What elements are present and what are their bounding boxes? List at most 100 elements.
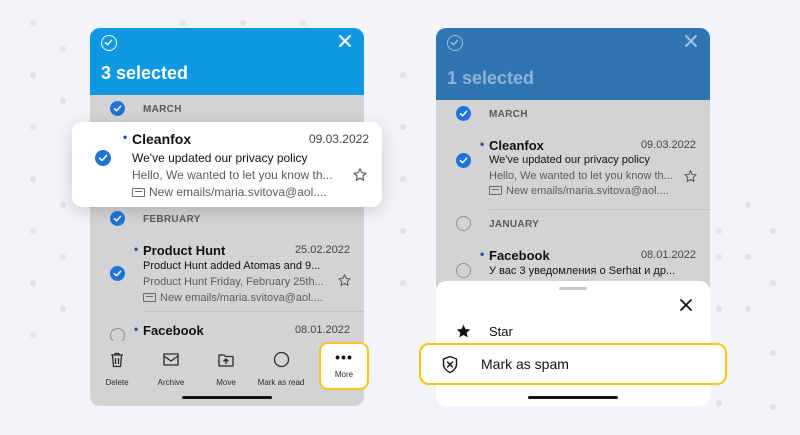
star-action-label: Star (489, 323, 513, 339)
check-icon (113, 215, 122, 222)
section-label: FEBRUARY (143, 213, 201, 225)
mark-as-spam-label: Mark as spam (481, 356, 569, 372)
decor-dot (400, 124, 406, 130)
email-folder: New emails/maria.svitova@aol.... (132, 185, 327, 199)
section-label: JANUARY (489, 218, 540, 230)
email-sender: Product Hunt (134, 242, 225, 258)
decor-dot (180, 20, 186, 26)
trash-icon (111, 352, 123, 368)
email-row[interactable]: Facebook 08.01.2022 (90, 312, 364, 343)
decor-dot (400, 176, 406, 182)
check-icon (98, 154, 108, 162)
decor-dot (30, 280, 36, 286)
close-icon[interactable] (679, 298, 693, 312)
folder-path: New emails/maria.svitova@aol.... (160, 292, 323, 304)
section-checkbox[interactable] (456, 216, 471, 231)
decor-dot (745, 306, 751, 312)
email-sender: Facebook (134, 322, 204, 338)
section-label: MARCH (143, 103, 182, 115)
decor-dot (300, 20, 306, 26)
close-icon[interactable] (683, 33, 699, 49)
email-sender: Cleanfox (480, 137, 544, 153)
decor-dot (30, 332, 36, 338)
decor-dot (400, 228, 406, 234)
folder-icon (132, 188, 145, 197)
email-checkbox[interactable] (110, 266, 125, 281)
decor-dot (716, 228, 722, 234)
check-icon (459, 110, 468, 117)
mark-as-read-button[interactable]: Mark as read (255, 351, 307, 390)
select-all-button[interactable] (101, 35, 117, 51)
star-action[interactable]: Star (455, 321, 513, 341)
email-sender: Facebook (480, 247, 550, 263)
section-march: MARCH (90, 95, 364, 123)
delete-label: Delete (105, 378, 129, 387)
check-icon (104, 39, 113, 46)
circle-icon (273, 351, 289, 368)
email-card-highlighted[interactable]: Cleanfox 09.03.2022 We've updated our pr… (72, 122, 382, 207)
decor-dot (60, 306, 66, 312)
decor-dot (400, 280, 406, 286)
star-icon[interactable] (352, 167, 368, 183)
section-checkbox[interactable] (110, 101, 125, 116)
home-indicator (528, 396, 618, 399)
email-checkbox[interactable] (95, 150, 111, 166)
folder-path: New emails/maria.svitova@aol.... (149, 185, 327, 199)
email-date: 25.02.2022 (294, 244, 350, 256)
check-icon (450, 39, 459, 46)
sheet-grab-handle[interactable] (559, 287, 587, 290)
delete-button[interactable]: Delete (91, 351, 143, 390)
decor-dot (60, 254, 66, 260)
more-button[interactable]: ••• More (319, 342, 369, 390)
email-row[interactable]: Facebook 08.01.2022 У вас 3 уведомления … (436, 240, 710, 285)
email-preview: Product Hunt Friday, February 25th... (143, 276, 324, 288)
decor-dot (30, 124, 36, 130)
section-checkbox[interactable] (110, 211, 125, 226)
section-checkbox[interactable] (456, 106, 471, 121)
email-subject: We've updated our privacy policy (489, 154, 650, 166)
email-folder: New emails/maria.svitova@aol.... (143, 292, 323, 304)
check-icon (113, 270, 122, 277)
email-date: 09.03.2022 (640, 139, 696, 151)
email-checkbox[interactable] (456, 263, 471, 278)
decor-dot (30, 72, 36, 78)
close-icon[interactable] (337, 33, 353, 49)
folder-path: New emails/maria.svitova@aol.... (506, 185, 669, 197)
section-february: FEBRUARY (90, 205, 364, 233)
decor-dot (60, 98, 66, 104)
select-all-button[interactable] (447, 35, 463, 51)
selected-count-title: 1 selected (447, 68, 535, 88)
move-button[interactable]: Move (200, 351, 252, 390)
email-date: 08.01.2022 (640, 249, 696, 261)
decor-dot (770, 280, 776, 286)
decor-dot (716, 400, 722, 406)
decor-dot (60, 46, 66, 52)
folder-icon (489, 186, 502, 195)
email-checkbox[interactable] (456, 153, 471, 168)
email-preview: Hello, We wanted to let you know th... (132, 168, 333, 182)
move-label: Move (216, 378, 236, 387)
section-march: MARCH (436, 100, 710, 128)
email-row[interactable]: Cleanfox 09.03.2022 We've updated our pr… (436, 128, 710, 208)
star-icon[interactable] (683, 169, 698, 184)
star-filled-icon (456, 324, 471, 337)
section-january: JANUARY (436, 210, 710, 238)
archive-icon (163, 353, 179, 366)
folder-icon (143, 293, 156, 302)
decor-dot (400, 72, 406, 78)
decor-dot (60, 202, 66, 208)
email-sender: Cleanfox (123, 130, 191, 147)
archive-button[interactable]: Archive (145, 351, 197, 390)
star-icon[interactable] (337, 273, 352, 288)
email-row[interactable]: Product Hunt 25.02.2022 Product Hunt add… (90, 233, 364, 311)
email-folder: New emails/maria.svitova@aol.... (489, 185, 669, 197)
decor-dot (30, 20, 36, 26)
decor-dot (30, 176, 36, 182)
email-subject: Product Hunt added Atomas and 9... (143, 260, 321, 272)
home-indicator (182, 396, 272, 399)
mark-as-spam-action[interactable]: Mark as spam (419, 343, 727, 385)
selected-count-title: 3 selected (101, 63, 189, 83)
decor-dot (240, 20, 246, 26)
decor-dot (770, 228, 776, 234)
section-label: MARCH (489, 108, 528, 120)
